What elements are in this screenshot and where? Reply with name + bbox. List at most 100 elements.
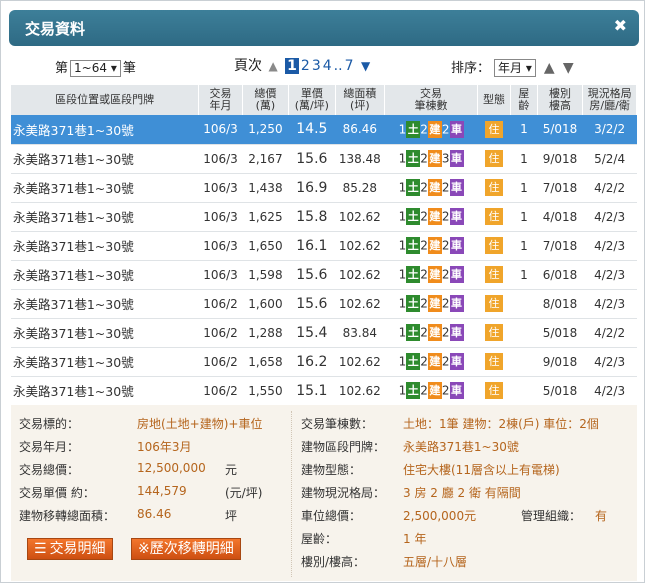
col-age-label: 屋 齡	[518, 87, 530, 112]
residential-badge-icon: 住	[484, 150, 503, 167]
cell-unit-price: 15.8	[288, 202, 336, 232]
sort-control: 排序： 年月 ▾ ▲ ▼	[451, 57, 574, 77]
cell-counts: 1土2建2車	[384, 173, 478, 203]
cell-area: 102.62	[335, 347, 385, 377]
cell-total: 1,250	[242, 115, 289, 145]
cell-age: 1	[510, 202, 538, 232]
page-link-1[interactable]: 1	[285, 58, 299, 74]
land-badge-icon: 土	[406, 382, 421, 399]
cell-total: 1,650	[242, 231, 289, 261]
cell-floor: 7/018	[537, 231, 583, 261]
table-row[interactable]: 永美路371巷1~30號 106/2 1,550 15.1 102.62 1 土 2 建 2 車住 5…	[11, 376, 637, 406]
residential-badge-icon: 住	[484, 120, 503, 138]
page-link-2[interactable]: 2	[301, 58, 310, 74]
col-date[interactable]: 交易 年月	[198, 85, 243, 115]
transaction-detail-button[interactable]: ☰ 交易明細	[27, 538, 113, 560]
detail-layout-label: 建物現況格局：	[301, 486, 386, 500]
parking-badge-icon: 車	[449, 208, 464, 225]
transfer-history-button[interactable]: ※歷次移轉明細	[131, 538, 241, 560]
land-count: 1	[398, 180, 407, 195]
table-row[interactable]: 永美路371巷1~30號 106/3 1,625 15.8 102.62 1 土 2 建 2 車住 1…	[11, 202, 637, 232]
parking-badge-icon: 車	[449, 179, 464, 196]
col-unit[interactable]: 單價 (萬/坪)	[288, 85, 336, 115]
col-floor[interactable]: 樓別 樓高	[537, 85, 584, 115]
table-row[interactable]: 永美路371巷1~30號 106/3 1,250 14.5 86.46 1 土 2 建 2 車住 1 5…	[11, 115, 637, 145]
sort-descending-icon[interactable]: ▼	[563, 60, 574, 76]
sort-select-value: 年月	[498, 61, 523, 75]
table-row[interactable]: 永美路371巷1~30號 106/3 1,438 16.9 85.28 1 土 2 建 2 車住 1 7…	[11, 173, 637, 203]
sort-ascending-icon[interactable]: ▲	[544, 60, 555, 76]
cell-type: 住	[477, 144, 511, 174]
col-area[interactable]: 總面積 (坪)	[335, 85, 386, 115]
parking-count: 2	[441, 180, 450, 195]
parking-count: 2	[441, 354, 450, 369]
cell-age: 1	[510, 231, 538, 261]
cell-area: 102.62	[335, 289, 385, 319]
residential-badge-icon: 住	[484, 382, 503, 399]
detail-parking-value: 2,500,000元	[403, 509, 477, 523]
cell-age	[510, 347, 538, 377]
cell-unit-price: 15.4	[288, 318, 336, 348]
chevron-down-icon: ▾	[110, 61, 117, 75]
col-area-label: 總面積 (坪)	[343, 87, 377, 112]
table-row[interactable]: 永美路371巷1~30號 106/2 1,288 15.4 83.84 1 土 2 建 2 車住 5/…	[11, 318, 637, 348]
parking-count: 2	[441, 267, 450, 282]
cell-address: 永美路371巷1~30號	[11, 347, 199, 377]
land-count: 1	[398, 383, 407, 398]
next-page-icon[interactable]: ▼	[361, 59, 370, 73]
parking-badge-icon: 車	[449, 295, 464, 312]
detail-address-value: 永美路371巷1~30號	[403, 440, 519, 454]
table-row[interactable]: 永美路371巷1~30號 106/3 2,167 15.6 138.48 1 土 2 建 3 車住 1…	[11, 144, 637, 174]
land-badge-icon: 土	[406, 150, 421, 167]
col-age[interactable]: 屋 齡	[510, 85, 538, 115]
building-badge-icon: 建	[427, 208, 442, 225]
cell-layout: 4/2/3	[582, 347, 637, 377]
parking-badge-icon: 車	[449, 324, 464, 341]
building-badge-icon: 建	[427, 120, 442, 138]
page-link-3[interactable]: 3	[312, 58, 321, 74]
table-row[interactable]: 永美路371巷1~30號 106/2 1,658 16.2 102.62 1 土 2 建 2 車住 9…	[11, 347, 637, 377]
land-count: 1	[398, 238, 407, 253]
col-address[interactable]: 區段位置或區段門牌	[11, 85, 200, 115]
cell-date: 106/2	[198, 318, 243, 348]
cell-area: 138.48	[335, 144, 385, 174]
cell-address: 永美路371巷1~30號	[11, 318, 199, 348]
close-icon[interactable]: ✖	[614, 16, 627, 35]
building-badge-icon: 建	[427, 266, 442, 283]
residential-badge-icon: 住	[484, 295, 503, 312]
page-link-4[interactable]: 4	[323, 58, 332, 74]
table-header-row: 區段位置或區段門牌 交易 年月 總價 (萬) 單價 (萬/坪) 總面積 (坪) …	[11, 85, 637, 115]
cell-layout: 4/2/2	[582, 173, 637, 203]
building-count: 2	[420, 151, 428, 166]
table-row[interactable]: 永美路371巷1~30號 106/3 1,650 16.1 102.62 1 土 2 建 2 車住 1…	[11, 231, 637, 261]
cell-address: 永美路371巷1~30號	[11, 144, 199, 174]
cell-total: 2,167	[242, 144, 289, 174]
cell-type: 住	[477, 202, 511, 232]
col-counts[interactable]: 交易 筆棟數	[384, 85, 478, 115]
sort-select[interactable]: 年月 ▾	[494, 59, 536, 77]
table-row[interactable]: 永美路371巷1~30號 106/3 1,598 15.6 102.62 1 土 2 建 2 車住 1…	[11, 260, 637, 290]
cell-floor: 7/018	[537, 173, 583, 203]
cell-total: 1,438	[242, 173, 289, 203]
dialog-titlebar: 交易資料 ✖	[9, 10, 639, 46]
detail-counts-value: 土地：1筆 建物：2棟(戶) 車位：2個	[403, 417, 599, 431]
cell-layout: 3/2/2	[582, 115, 637, 145]
range-select[interactable]: 1~64 ▾	[70, 60, 121, 77]
page-link-7[interactable]: 7	[345, 58, 354, 74]
table-row[interactable]: 永美路371巷1~30號 106/2 1,600 15.6 102.62 1 土 2 建 2 車住 8…	[11, 289, 637, 319]
building-count: 2	[420, 296, 428, 311]
cell-date: 106/3	[198, 231, 243, 261]
prev-page-icon[interactable]: ▲	[268, 59, 277, 73]
cell-area: 86.46	[335, 115, 385, 145]
parking-count: 2	[441, 296, 450, 311]
cell-age	[510, 376, 538, 406]
building-badge-icon: 建	[427, 150, 442, 167]
detail-subject-label: 交易標的：	[19, 417, 80, 431]
col-type[interactable]: 型態	[477, 85, 512, 115]
cell-type: 住	[477, 318, 511, 348]
land-badge-icon: 土	[406, 353, 421, 370]
cell-address: 永美路371巷1~30號	[11, 376, 199, 406]
col-total[interactable]: 總價 (萬)	[242, 85, 290, 115]
cell-age: 1	[510, 115, 538, 145]
col-layout[interactable]: 現況格局 房/廳/衛	[582, 85, 637, 115]
